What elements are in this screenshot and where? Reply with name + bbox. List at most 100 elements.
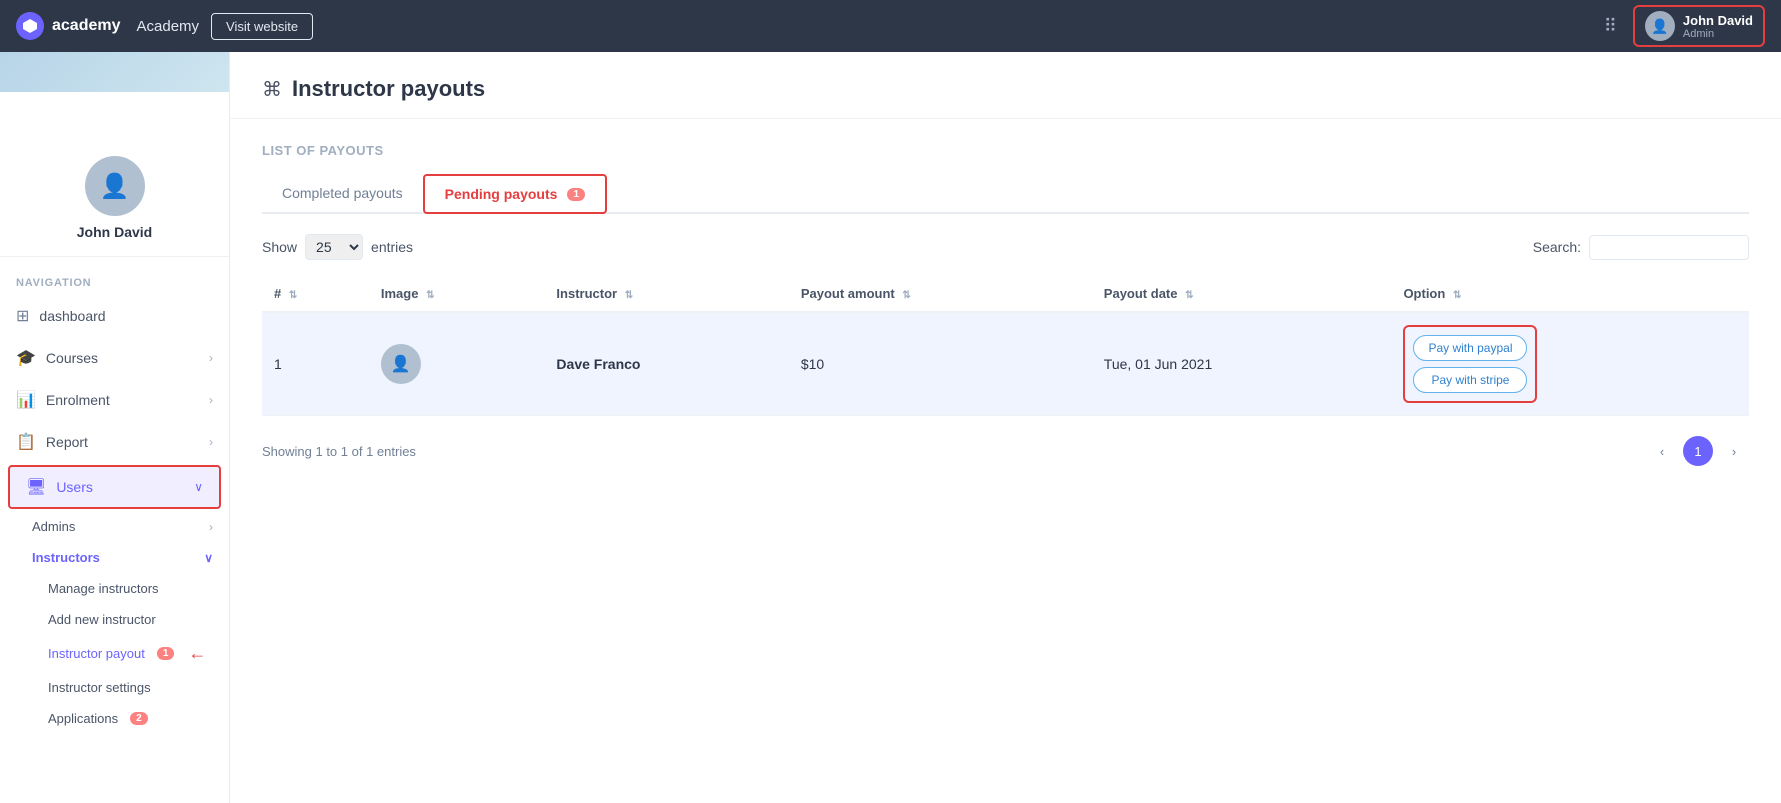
prev-page-button[interactable]: ‹ bbox=[1647, 436, 1677, 466]
tab-completed-payouts[interactable]: Completed payouts bbox=[262, 174, 423, 214]
sidebar-item-admins-label: Admins bbox=[32, 519, 75, 534]
page-controls: ‹ 1 › bbox=[1647, 436, 1749, 466]
cell-payout-date: Tue, 01 Jun 2021 bbox=[1092, 312, 1392, 416]
sidebar-item-report[interactable]: 📋 Report › bbox=[0, 422, 229, 462]
sort-icon-instructor: ⇅ bbox=[625, 290, 633, 301]
logo-area: academy bbox=[16, 12, 121, 40]
sidebar-item-applications[interactable]: Applications 2 bbox=[0, 703, 229, 734]
profile-avatar: 👤 bbox=[85, 156, 145, 216]
courses-icon: 🎓 bbox=[16, 348, 36, 368]
sort-icon-num: ⇅ bbox=[289, 290, 297, 301]
col-payout-amount: Payout amount ⇅ bbox=[789, 276, 1092, 312]
sidebar-item-applications-label: Applications bbox=[48, 711, 118, 726]
visit-website-button[interactable]: Visit website bbox=[211, 13, 313, 40]
applications-badge: 2 bbox=[130, 712, 148, 725]
nav-section: NAVIGATION bbox=[0, 257, 229, 295]
grid-icon[interactable]: ⠿ bbox=[1604, 16, 1617, 37]
sidebar-item-instructor-settings-label: Instructor settings bbox=[48, 680, 151, 695]
pagination-info: Showing 1 to 1 of 1 entries bbox=[262, 444, 416, 459]
sidebar-item-enrolment[interactable]: 📊 Enrolment › bbox=[0, 380, 229, 420]
sidebar-item-users-label: Users bbox=[56, 479, 93, 495]
user-info: John David Admin bbox=[1683, 13, 1753, 40]
sort-icon-date: ⇅ bbox=[1185, 290, 1193, 301]
user-badge[interactable]: 👤 John David Admin bbox=[1633, 5, 1765, 47]
sort-icon-option: ⇅ bbox=[1453, 290, 1461, 301]
payout-arrow-icon: ← bbox=[188, 643, 206, 664]
cell-num: 1 bbox=[262, 312, 369, 416]
logo-text: academy bbox=[52, 17, 121, 35]
report-icon: 📋 bbox=[16, 432, 36, 452]
sort-icon-amount: ⇅ bbox=[902, 290, 910, 301]
table-header-row: # ⇅ Image ⇅ Instructor ⇅ Payout amount bbox=[262, 276, 1749, 312]
pay-stripe-button[interactable]: Pay with stripe bbox=[1413, 367, 1527, 393]
table-row: 1 👤 Dave Franco $10 Tue, 01 Jun 2021 Pay… bbox=[262, 312, 1749, 416]
sidebar-item-users[interactable]: 🖥 Users ∨ bbox=[8, 465, 221, 509]
sidebar-item-instructor-payout-label: Instructor payout bbox=[48, 646, 145, 661]
list-label: LIST OF PAYOUTS bbox=[262, 143, 1749, 158]
entries-label: entries bbox=[371, 239, 413, 255]
sidebar-item-enrolment-label: Enrolment bbox=[46, 392, 110, 408]
profile-name: John David bbox=[77, 224, 152, 240]
sidebar-item-courses-label: Courses bbox=[46, 350, 98, 366]
sidebar-item-dashboard[interactable]: ⊞ dashboard bbox=[0, 296, 229, 336]
next-page-button[interactable]: › bbox=[1719, 436, 1749, 466]
table-controls: Show 25 50 100 entries Search: bbox=[262, 234, 1749, 260]
col-option: Option ⇅ bbox=[1391, 276, 1749, 312]
main-layout: 👤 John David NAVIGATION ⊞ dashboard 🎓 Co… bbox=[0, 52, 1781, 803]
pending-payouts-badge: 1 bbox=[567, 188, 585, 201]
col-image: Image ⇅ bbox=[369, 276, 545, 312]
content-body: LIST OF PAYOUTS Completed payouts Pendin… bbox=[230, 119, 1781, 490]
users-chevron: ∨ bbox=[194, 480, 203, 494]
enrolment-icon: 📊 bbox=[16, 390, 36, 410]
admins-chevron: › bbox=[209, 520, 213, 534]
instructor-avatar: 👤 bbox=[381, 344, 421, 384]
show-label: Show bbox=[262, 239, 297, 255]
sidebar-item-add-new-instructor-label: Add new instructor bbox=[48, 612, 156, 627]
sidebar-item-report-label: Report bbox=[46, 434, 88, 450]
main-content: ⌘ Instructor payouts LIST OF PAYOUTS Com… bbox=[230, 52, 1781, 803]
sidebar-top-bg bbox=[0, 52, 229, 132]
sidebar-item-instructors[interactable]: Instructors ∨ bbox=[0, 542, 229, 573]
topnav-left: academy Academy Visit website bbox=[16, 12, 313, 40]
report-chevron: › bbox=[209, 435, 213, 449]
tab-pending-payouts[interactable]: Pending payouts 1 bbox=[423, 174, 607, 214]
pending-payouts-label: Pending payouts bbox=[445, 186, 558, 202]
payout-tabs: Completed payouts Pending payouts 1 bbox=[262, 174, 1749, 214]
search-label: Search: bbox=[1533, 239, 1581, 255]
logo-icon bbox=[16, 12, 44, 40]
user-name-top: John David bbox=[1683, 13, 1753, 28]
sidebar: 👤 John David NAVIGATION ⊞ dashboard 🎓 Co… bbox=[0, 52, 230, 803]
pay-paypal-button[interactable]: Pay with paypal bbox=[1413, 335, 1527, 361]
page-title: Instructor payouts bbox=[292, 76, 485, 102]
sidebar-item-admins[interactable]: Admins › bbox=[0, 511, 229, 542]
courses-chevron: › bbox=[209, 351, 213, 365]
sidebar-item-manage-instructors-label: Manage instructors bbox=[48, 581, 159, 596]
sidebar-item-instructor-settings[interactable]: Instructor settings bbox=[0, 672, 229, 703]
sidebar-item-instructor-payout[interactable]: Instructor payout 1 ← bbox=[0, 635, 229, 672]
topnav-right: ⠿ 👤 John David Admin bbox=[1604, 5, 1765, 47]
cell-option: Pay with paypal Pay with stripe bbox=[1391, 312, 1749, 416]
pay-btn-group: Pay with paypal Pay with stripe bbox=[1403, 325, 1537, 403]
instructors-chevron: ∨ bbox=[204, 551, 213, 565]
dashboard-icon: ⊞ bbox=[16, 306, 29, 326]
entries-select[interactable]: 25 50 100 bbox=[305, 234, 363, 260]
payouts-table: # ⇅ Image ⇅ Instructor ⇅ Payout amount bbox=[262, 276, 1749, 416]
academy-label: Academy bbox=[137, 18, 200, 35]
cell-image: 👤 bbox=[369, 312, 545, 416]
col-payout-date: Payout date ⇅ bbox=[1092, 276, 1392, 312]
col-num: # ⇅ bbox=[262, 276, 369, 312]
sidebar-profile: 👤 John David bbox=[0, 132, 229, 257]
sidebar-item-add-new-instructor[interactable]: Add new instructor bbox=[0, 604, 229, 635]
cell-payout-amount: $10 bbox=[789, 312, 1092, 416]
page-1-button[interactable]: 1 bbox=[1683, 436, 1713, 466]
sidebar-item-courses[interactable]: 🎓 Courses › bbox=[0, 338, 229, 378]
show-entries: Show 25 50 100 entries bbox=[262, 234, 413, 260]
pagination: Showing 1 to 1 of 1 entries ‹ 1 › bbox=[262, 436, 1749, 466]
nav-section-label: NAVIGATION bbox=[16, 277, 91, 289]
enrolment-chevron: › bbox=[209, 393, 213, 407]
sidebar-item-manage-instructors[interactable]: Manage instructors bbox=[0, 573, 229, 604]
cell-instructor: Dave Franco bbox=[544, 312, 788, 416]
user-avatar-top: 👤 bbox=[1645, 11, 1675, 41]
search-input[interactable] bbox=[1589, 235, 1749, 260]
instructor-payout-badge: 1 bbox=[157, 647, 175, 660]
